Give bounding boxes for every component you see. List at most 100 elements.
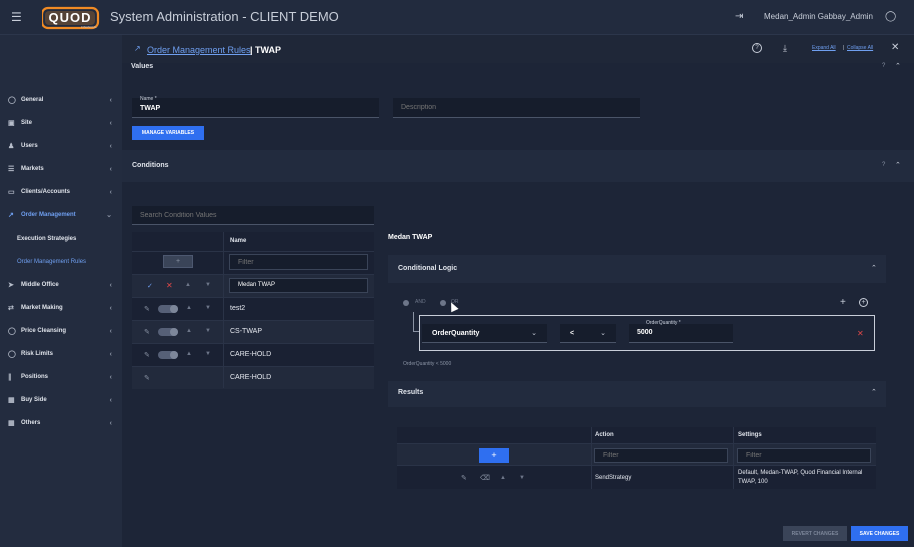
sidebar-item-clients-accounts[interactable]: ▭ Clients/Accounts ‹	[0, 181, 122, 203]
condition-name[interactable]: CARE-HOLD	[230, 374, 271, 381]
drop-icon: ◯	[8, 328, 16, 335]
move-up-icon[interactable]: ▲	[186, 351, 192, 357]
user-icon[interactable]: ◯	[885, 11, 896, 22]
save-changes-button[interactable]: SAVE CHANGES	[851, 526, 908, 541]
toggle-switch[interactable]	[158, 328, 178, 336]
move-up-icon[interactable]: ▲	[500, 475, 506, 481]
sidebar-item-market-making[interactable]: ⇄ Market Making ‹	[0, 297, 122, 319]
check-icon[interactable]: ✓	[147, 282, 153, 290]
move-down-icon[interactable]: ▼	[205, 305, 211, 311]
action-filter-input[interactable]	[594, 448, 728, 463]
operator-select[interactable]: < ⌄	[560, 324, 616, 343]
manage-variables-button[interactable]: MANAGE VARIABLES	[132, 126, 204, 140]
name-field[interactable]	[132, 98, 379, 118]
settings-filter-input[interactable]	[737, 448, 871, 463]
menu-icon[interactable]: ☰	[11, 11, 23, 23]
add-rule-icon[interactable]: +	[840, 297, 846, 308]
results-header[interactable]	[388, 381, 886, 407]
toggle-switch[interactable]	[158, 305, 178, 313]
sidebar-item-site[interactable]: ▣ Site ‹	[0, 112, 122, 134]
move-up-icon[interactable]: ▲	[186, 305, 192, 311]
sidebar-item-others[interactable]: ▦ Others ‹	[0, 412, 122, 434]
help-icon[interactable]: ?	[752, 43, 762, 53]
chevron-up-icon[interactable]: ⌃	[895, 161, 901, 169]
toggle-switch[interactable]	[158, 351, 178, 359]
add-group-icon[interactable]: +	[859, 298, 868, 307]
move-down-icon[interactable]: ▼	[519, 475, 525, 481]
name-value[interactable]: TWAP	[140, 105, 160, 112]
chevron-left-icon: ‹	[109, 119, 112, 127]
condition-name[interactable]: CARE-HOLD	[230, 351, 271, 358]
column-header-action[interactable]: Action	[595, 432, 614, 438]
download-icon[interactable]: ⤓	[783, 43, 787, 54]
column-header-name[interactable]: Name	[230, 238, 246, 244]
conditional-logic-header[interactable]	[388, 255, 886, 283]
cancel-icon[interactable]: ✕	[166, 281, 173, 290]
sidebar-item-price-cleansing[interactable]: ◯ Price Cleansing ‹	[0, 320, 122, 342]
conditions-section-title: Conditions	[132, 162, 169, 169]
sidebar-item-positions[interactable]: ∥ Positions ‹	[0, 366, 122, 388]
close-icon[interactable]: ✕	[891, 42, 899, 53]
edit-icon[interactable]: ✎	[144, 351, 150, 359]
revert-changes-button[interactable]: REVERT CHANGES	[783, 526, 847, 541]
user-name[interactable]: Medan_Admin Gabbay_Admin	[764, 12, 873, 21]
value-text[interactable]: 5000	[637, 329, 653, 336]
edit-icon[interactable]: ✎	[144, 305, 150, 313]
move-up-icon[interactable]: ▲	[186, 328, 192, 334]
chevron-left-icon: ‹	[109, 96, 112, 104]
condition-name[interactable]: CS-TWAP	[230, 328, 262, 335]
bank-icon: ☰	[8, 166, 15, 173]
sidebar-item-middle-office[interactable]: ➤ Middle Office ‹	[0, 274, 122, 296]
chevron-up-icon[interactable]: ⌃	[871, 264, 877, 272]
condition-name[interactable]: test2	[230, 305, 245, 312]
result-settings[interactable]: Default, Medan-TWAP, Quod Financial Inte…	[738, 469, 872, 487]
field-select[interactable]: OrderQuantity ⌄	[422, 324, 547, 343]
chevron-up-icon[interactable]: ⌃	[895, 62, 901, 70]
collapse-all-link[interactable]: Collapse All	[847, 45, 873, 51]
sidebar-item-buy-side[interactable]: ▦ Buy Side ‹	[0, 389, 122, 411]
sidebar-item-markets[interactable]: ☰ Markets ‹	[0, 158, 122, 180]
edit-icon[interactable]: ✎	[144, 374, 150, 382]
chevron-left-icon: ‹	[109, 281, 112, 289]
breadcrumb-link[interactable]: Order Management Rules	[147, 45, 251, 55]
svg-text:QUOD: QUOD	[49, 10, 92, 25]
result-action[interactable]: SendStrategy	[595, 475, 631, 481]
and-radio[interactable]	[403, 300, 409, 306]
move-down-icon[interactable]: ▼	[205, 282, 211, 288]
trash-icon[interactable]: ⌫	[480, 474, 490, 482]
logout-icon[interactable]: ⇥	[735, 11, 743, 22]
move-down-icon[interactable]: ▼	[205, 328, 211, 334]
name-filter-input[interactable]	[229, 254, 368, 270]
add-condition-button[interactable]: +	[163, 255, 193, 268]
sidebar-item-general[interactable]: ◯ General ‹	[0, 89, 122, 111]
search-condition-input[interactable]	[132, 206, 374, 225]
remove-rule-icon[interactable]: ✕	[857, 329, 864, 338]
or-radio[interactable]	[440, 300, 446, 306]
move-up-icon[interactable]: ▲	[185, 282, 191, 288]
quod-logo: QUOD FINANCIAL	[40, 6, 100, 30]
chevron-left-icon: ‹	[109, 419, 112, 427]
chevron-up-icon[interactable]: ⌃	[871, 388, 877, 396]
and-label: AND	[415, 299, 426, 305]
description-field[interactable]	[393, 98, 640, 118]
edit-icon[interactable]: ✎	[144, 328, 150, 336]
exchange-icon: ⇄	[8, 305, 14, 312]
conditions-help-icon[interactable]: ?	[882, 162, 885, 168]
add-result-button[interactable]: +	[479, 448, 509, 463]
chevron-left-icon: ‹	[109, 327, 112, 335]
sidebar-item-order-management[interactable]: ↗ Order Management ⌄	[0, 204, 122, 226]
move-down-icon[interactable]: ▼	[205, 351, 211, 357]
edit-icon[interactable]: ✎	[461, 474, 467, 482]
column-header-settings[interactable]: Settings	[738, 432, 762, 438]
sidebar-item-users[interactable]: ♟ Users ‹	[0, 135, 122, 157]
sidebar-sub-execution-strategies[interactable]: Execution Strategies	[17, 236, 76, 242]
sidebar-sub-order-management-rules[interactable]: Order Management Rules	[17, 259, 86, 265]
conditional-logic-title: Conditional Logic	[398, 265, 458, 272]
chevron-down-icon: ⌄	[106, 212, 112, 219]
values-help-icon[interactable]: ?	[882, 63, 885, 69]
condition-name-edit[interactable]: Medan TWAP	[229, 278, 368, 293]
expand-all-link[interactable]: Expand All	[812, 45, 836, 51]
sidebar-item-risk-limits[interactable]: ◯ Risk Limits ‹	[0, 343, 122, 365]
conditions-header[interactable]	[122, 150, 914, 182]
chevron-left-icon: ‹	[109, 188, 112, 196]
